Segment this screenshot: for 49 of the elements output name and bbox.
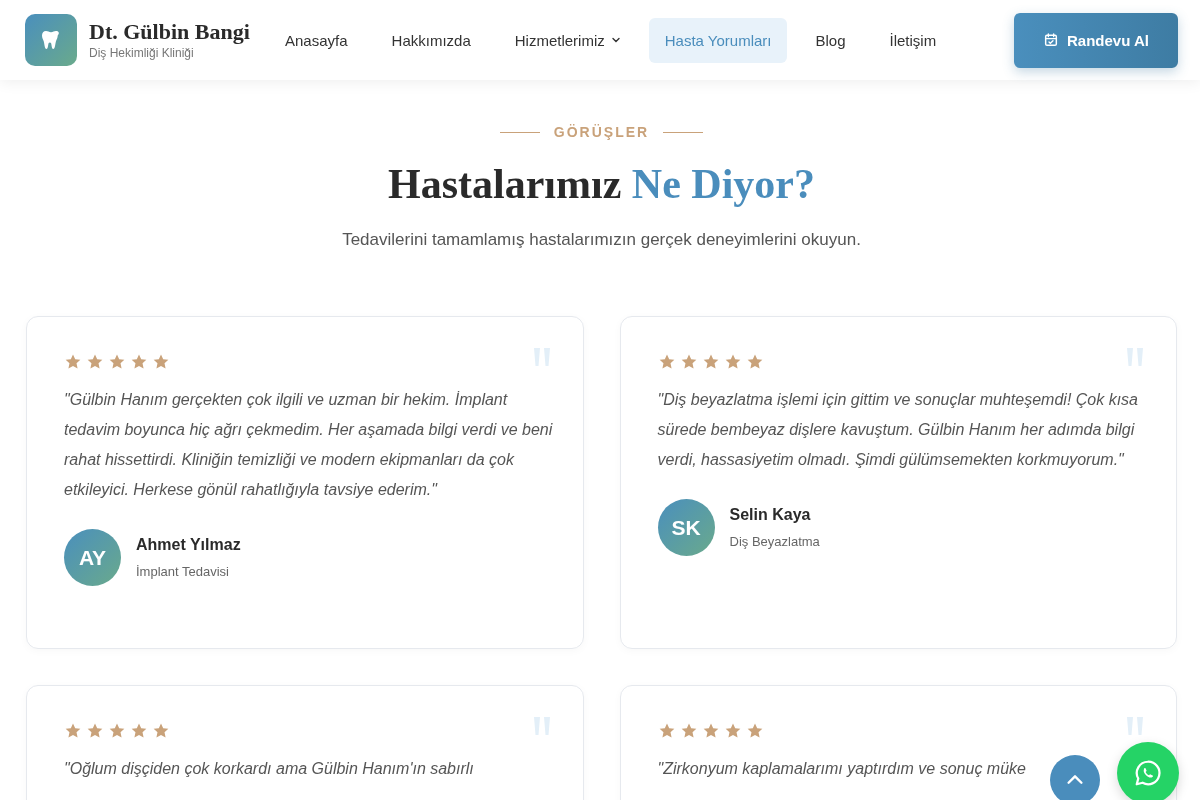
star-icon [657, 722, 676, 740]
quote-mark-icon [1124, 716, 1146, 736]
star-icon [152, 722, 170, 740]
star-icon [679, 722, 698, 740]
tooth-logo-icon [25, 14, 77, 66]
star-icon [86, 722, 104, 740]
review-text: "Oğlum dişçiden çok korkardı ama Gülbin Hanım'ın sabırlı [64, 759, 474, 779]
treatment-label: İmplant Tedavisi [136, 564, 230, 579]
section-title: Hastalarımız Ne Diyor? [387, 160, 816, 208]
nav-link[interactable]: Anasayfa [269, 17, 364, 63]
quote-mark-icon [1124, 347, 1146, 367]
chat-bubble-button[interactable] [1117, 742, 1179, 800]
nav-link[interactable]: Blog [799, 17, 862, 63]
star-icon [701, 353, 720, 371]
avatar-initials: SK [657, 499, 715, 556]
appointment-button[interactable]: Randevu Al [1014, 12, 1178, 68]
star-icon [679, 353, 698, 371]
star-icon [108, 353, 126, 371]
chevron-down-icon [610, 35, 621, 45]
phone-chat-icon [1133, 758, 1163, 788]
section-eyebrow: GÖRÜŞLER [553, 124, 650, 140]
nav-link[interactable]: Hakkımızda [375, 17, 487, 63]
clinic-subtitle: Diş Hekimliği Kliniği [89, 46, 195, 61]
review-text: "Gülbin Hanım gerçekten çok ilgili ve uzman bir hekim. İmplant tedavim boyunca hiç ağrı çekmedim. Her aşamada bilgi verdi ve beni rahat hissettirdi. Kliniğin temizliği ve modern ekipmanları da çok etkileyici. Herkese gönül rahatlığıyla tavsiye ederim." [64, 390, 553, 500]
star-icon [130, 353, 148, 371]
review-text: "Zirkonyum kaplamalarımı yaptırdım ve sonuç müke [657, 759, 1026, 779]
star-icon [745, 722, 764, 740]
star-icon [108, 722, 126, 740]
calendar-icon [1043, 32, 1059, 48]
star-icon [701, 722, 720, 740]
reviewer-name: Selin Kaya [729, 506, 812, 524]
star-icon [657, 353, 676, 371]
star-icon [130, 722, 148, 740]
star-icon [64, 353, 82, 371]
review-text: "Diş beyazlatma işlemi için gittim ve sonuçlar muhteşemdi! Çok kısa sürede bembeyaz dişlere kavuştum. Gülbin Hanım her adımda bilgi verdi, hassasiyetim olmadı. Şimdi gülümsemekten korkmuyorum." [657, 390, 1139, 470]
star-icon [64, 722, 82, 740]
star-icon [152, 353, 170, 371]
scroll-to-top-button[interactable] [1050, 755, 1100, 800]
nav-link[interactable]: İletişim [873, 17, 953, 63]
star-icon [723, 353, 742, 371]
treatment-label: Diş Beyazlatma [729, 534, 820, 549]
section-subtitle: Tedavilerini tamamlamış hastalarımızın gerçek deneyimlerini okuyun. [341, 230, 862, 250]
star-icon [723, 722, 742, 740]
star-icon [745, 353, 764, 371]
avatar-initials: AY [64, 529, 121, 586]
reviewer-name: Ahmet Yılmaz [136, 536, 241, 554]
clinic-name: Dt. Gülbin Bangi [89, 19, 250, 45]
nav-link[interactable]: Hizmetlerimiz [498, 17, 637, 63]
star-icon [86, 353, 104, 371]
